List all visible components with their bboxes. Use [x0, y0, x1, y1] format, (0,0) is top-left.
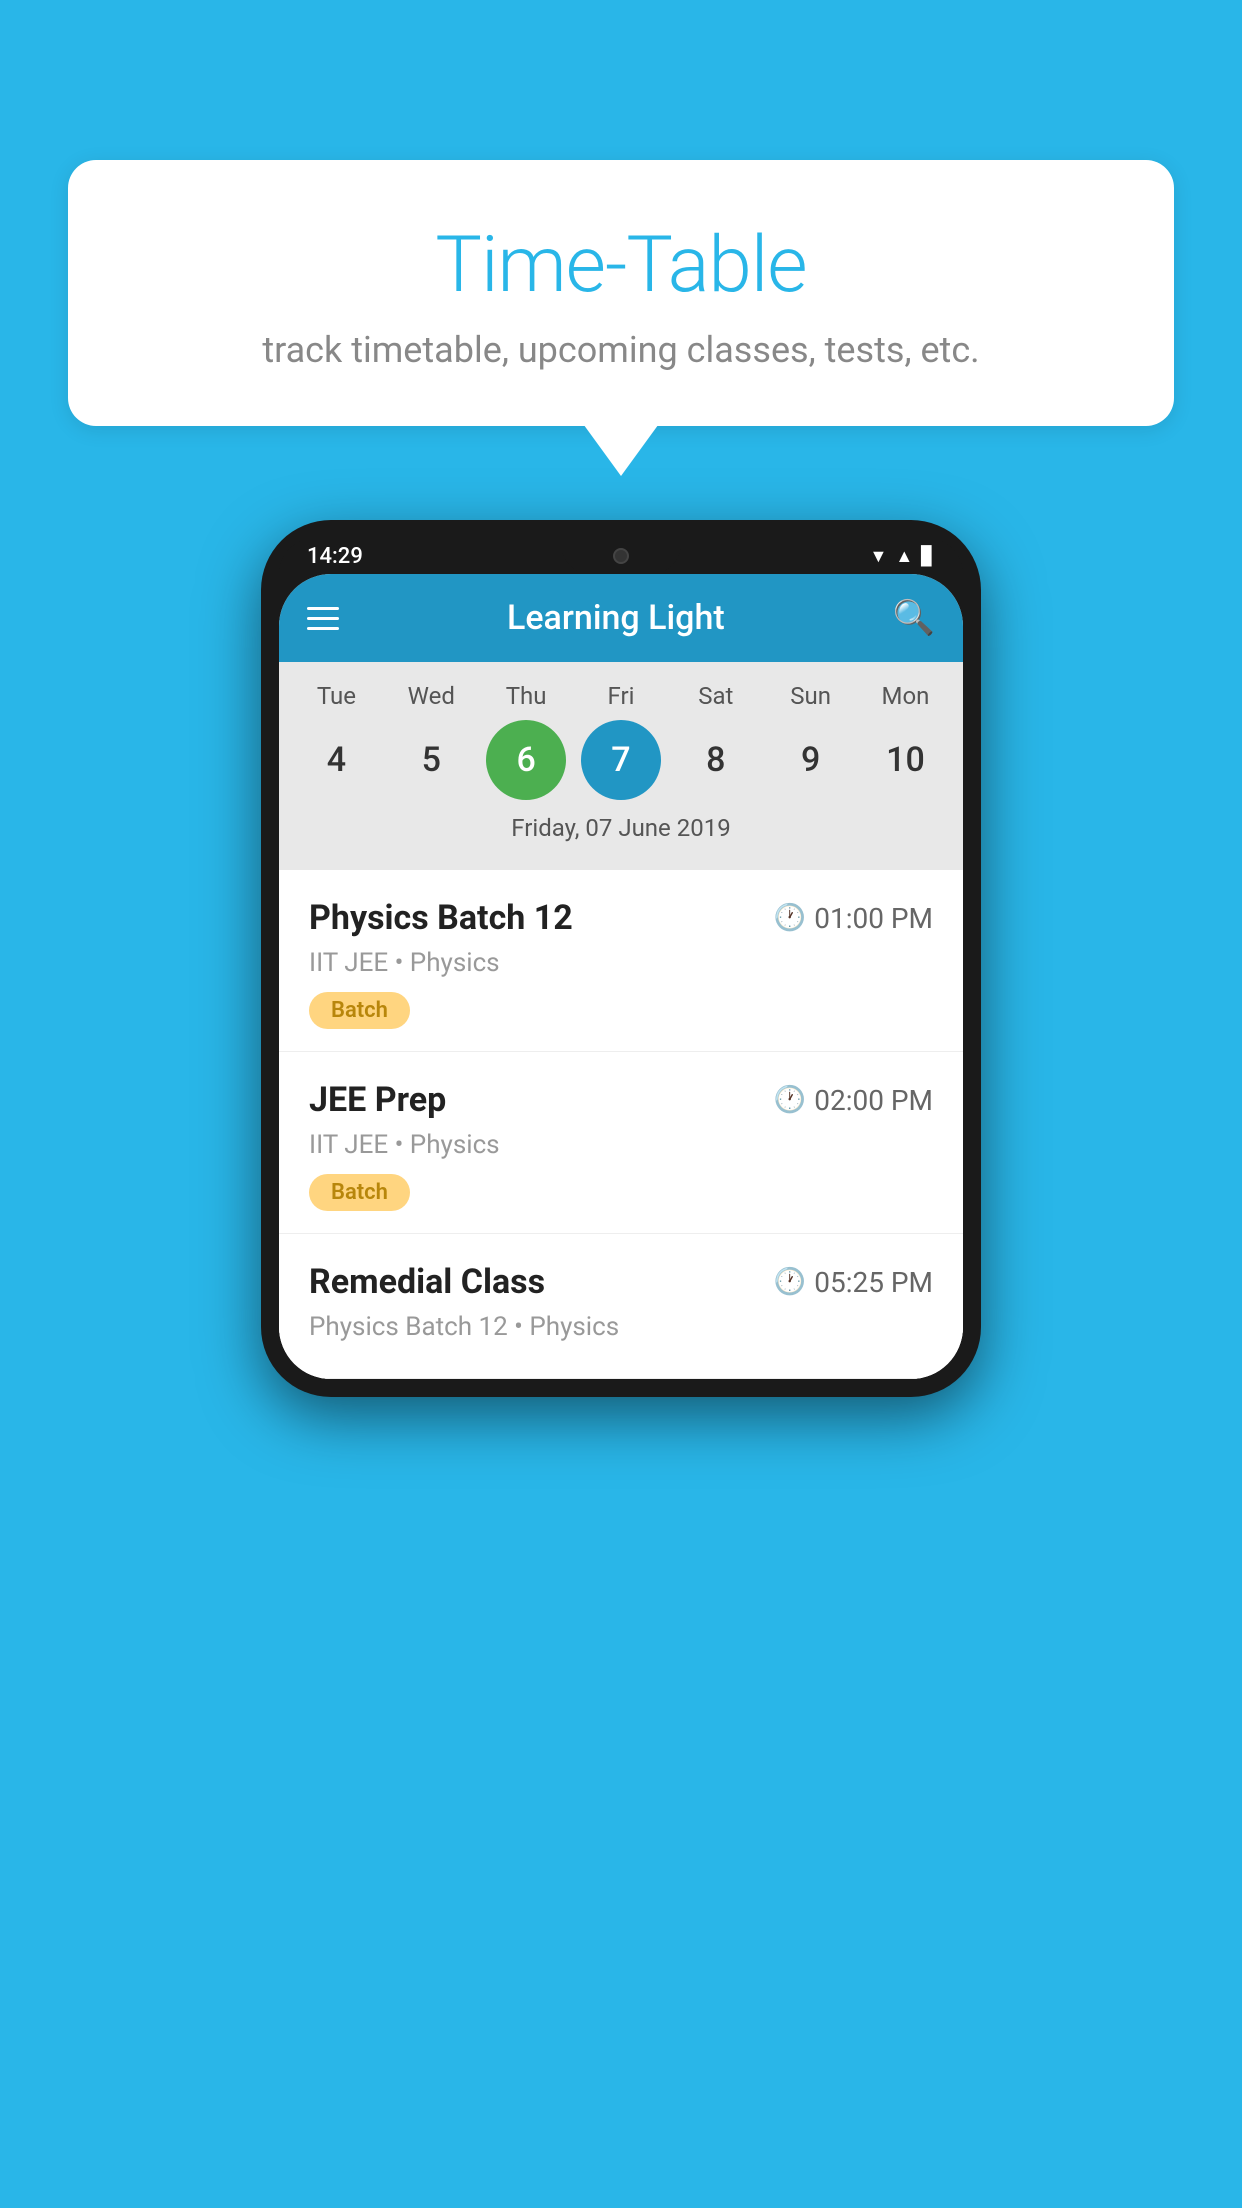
schedule-item-3-header: Remedial Class 🕐 05:25 PM: [309, 1262, 933, 1302]
app-header: Learning Light 🔍: [279, 574, 963, 662]
schedule-item-1-header: Physics Batch 12 🕐 01:00 PM: [309, 898, 933, 938]
day-header-sat: Sat: [676, 682, 756, 710]
schedule-item-1[interactable]: Physics Batch 12 🕐 01:00 PM IIT JEE • Ph…: [279, 870, 963, 1052]
day-5[interactable]: 5: [391, 720, 471, 800]
schedule-item-2-header: JEE Prep 🕐 02:00 PM: [309, 1080, 933, 1120]
status-icons: ▼ ▲ ▊: [870, 546, 936, 567]
phone-screen: Learning Light 🔍 Tue Wed Thu Fri Sat Sun…: [279, 574, 963, 1379]
camera-dot: [613, 548, 629, 564]
calendar-strip: Tue Wed Thu Fri Sat Sun Mon 4 5 6 7 8 9 …: [279, 662, 963, 870]
day-6-today[interactable]: 6: [486, 720, 566, 800]
hamburger-menu-button[interactable]: [307, 607, 339, 630]
schedule-list: Physics Batch 12 🕐 01:00 PM IIT JEE • Ph…: [279, 870, 963, 1379]
status-time: 14:29: [307, 544, 363, 569]
day-header-fri: Fri: [581, 682, 661, 710]
day-4[interactable]: 4: [296, 720, 376, 800]
feature-title: Time-Table: [108, 220, 1134, 311]
day-10[interactable]: 10: [865, 720, 945, 800]
schedule-item-2-time: 🕐 02:00 PM: [774, 1084, 933, 1117]
day-header-tue: Tue: [296, 682, 376, 710]
day-numbers: 4 5 6 7 8 9 10: [279, 720, 963, 800]
selected-date-label: Friday, 07 June 2019: [279, 800, 963, 860]
status-bar: 14:29 ▼ ▲ ▊: [279, 538, 963, 574]
schedule-item-3-title: Remedial Class: [309, 1262, 545, 1302]
phone-notch: [561, 538, 681, 574]
schedule-item-3[interactable]: Remedial Class 🕐 05:25 PM Physics Batch …: [279, 1234, 963, 1379]
feature-subtitle: track timetable, upcoming classes, tests…: [108, 329, 1134, 371]
signal-icon: ▲: [895, 546, 913, 567]
day-header-mon: Mon: [865, 682, 945, 710]
speech-bubble-container: Time-Table track timetable, upcoming cla…: [68, 160, 1174, 426]
day-7-selected[interactable]: 7: [581, 720, 661, 800]
batch-badge-1: Batch: [309, 992, 410, 1029]
schedule-item-1-title: Physics Batch 12: [309, 898, 573, 938]
search-button[interactable]: 🔍: [893, 598, 935, 638]
schedule-item-2-sub: IIT JEE • Physics: [309, 1130, 933, 1160]
schedule-item-3-sub: Physics Batch 12 • Physics: [309, 1312, 933, 1342]
clock-icon-2: 🕐: [774, 1085, 806, 1115]
day-header-wed: Wed: [391, 682, 471, 710]
schedule-item-2-title: JEE Prep: [309, 1080, 446, 1120]
schedule-item-1-sub: IIT JEE • Physics: [309, 948, 933, 978]
wifi-icon: ▼: [870, 546, 888, 567]
phone-outer-frame: 14:29 ▼ ▲ ▊ Learning Light 🔍: [261, 520, 981, 1397]
battery-icon: ▊: [921, 546, 935, 567]
speech-bubble: Time-Table track timetable, upcoming cla…: [68, 160, 1174, 426]
day-headers: Tue Wed Thu Fri Sat Sun Mon: [279, 682, 963, 710]
day-9[interactable]: 9: [771, 720, 851, 800]
day-header-sun: Sun: [771, 682, 851, 710]
schedule-item-2[interactable]: JEE Prep 🕐 02:00 PM IIT JEE • Physics Ba…: [279, 1052, 963, 1234]
day-8[interactable]: 8: [676, 720, 756, 800]
schedule-item-3-time: 🕐 05:25 PM: [774, 1266, 933, 1299]
hamburger-line-1: [307, 607, 339, 610]
hamburger-line-2: [307, 617, 339, 620]
clock-icon-3: 🕐: [774, 1267, 806, 1297]
hamburger-line-3: [307, 627, 339, 630]
app-title: Learning Light: [507, 598, 725, 638]
day-header-thu: Thu: [486, 682, 566, 710]
clock-icon-1: 🕐: [774, 903, 806, 933]
batch-badge-2: Batch: [309, 1174, 410, 1211]
phone-mockup: 14:29 ▼ ▲ ▊ Learning Light 🔍: [261, 520, 981, 1397]
schedule-item-1-time: 🕐 01:00 PM: [774, 902, 933, 935]
